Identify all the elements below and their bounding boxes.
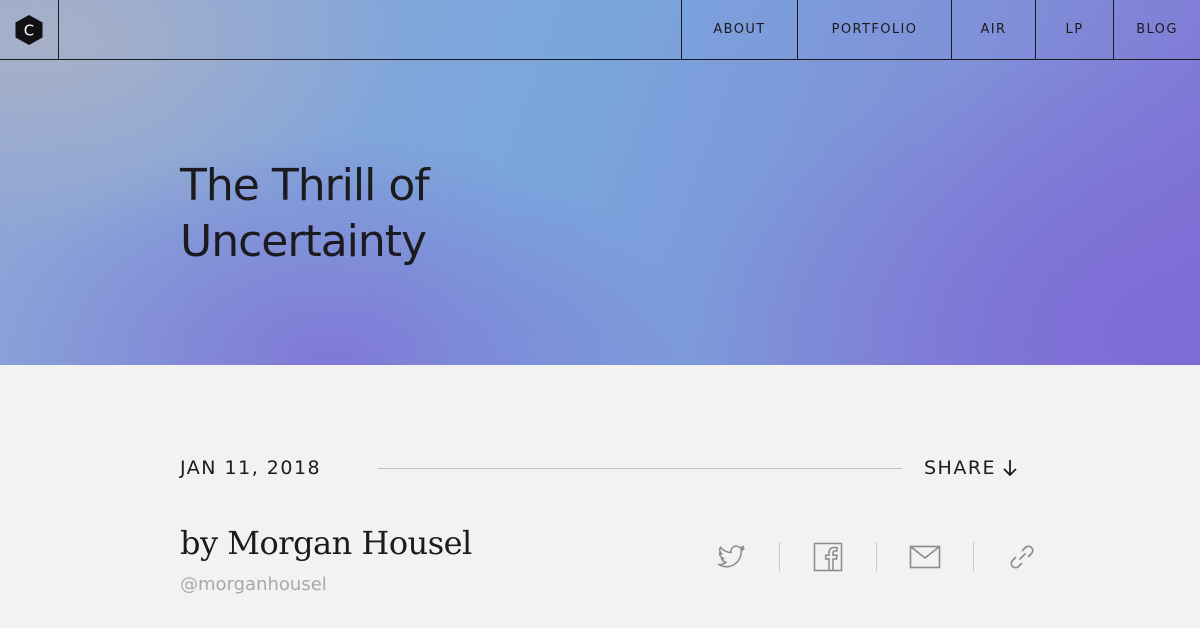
facebook-icon: [813, 542, 843, 572]
share-facebook-button[interactable]: [780, 536, 876, 578]
share-twitter-button[interactable]: [683, 536, 779, 578]
logo-letter: C: [24, 21, 34, 39]
hero-banner: C ABOUT PORTFOLIO AIR LP BLOG The Thrill…: [0, 0, 1200, 365]
link-icon: [1010, 545, 1034, 569]
divider-line: [378, 468, 902, 469]
page-title-line-1: The Thrill of: [180, 160, 430, 211]
logo-hexagon-icon: C: [15, 14, 43, 45]
share-label: SHARE: [924, 457, 997, 479]
share-button[interactable]: SHARE: [924, 457, 1018, 479]
page-title-line-2: Uncertainty: [180, 216, 427, 267]
twitter-icon: [717, 545, 745, 568]
publish-date: JAN 11, 2018: [180, 457, 322, 479]
nav-item-lp[interactable]: LP: [1035, 0, 1113, 59]
copy-link-button[interactable]: [974, 536, 1070, 578]
logo-link[interactable]: C: [0, 0, 59, 59]
nav-item-blog[interactable]: BLOG: [1113, 0, 1200, 59]
share-email-button[interactable]: [877, 536, 973, 578]
arrow-down-icon: [1003, 460, 1017, 477]
author-byline: by Morgan Housel: [180, 524, 472, 562]
top-navigation-bar: C ABOUT PORTFOLIO AIR LP BLOG: [0, 0, 1200, 60]
nav-item-air[interactable]: AIR: [951, 0, 1035, 59]
nav-item-portfolio[interactable]: PORTFOLIO: [797, 0, 951, 59]
page-title: The Thrill of Uncertainty: [180, 158, 780, 270]
nav-item-about[interactable]: ABOUT: [681, 0, 797, 59]
author-handle-link[interactable]: @morganhousel: [180, 574, 327, 595]
main-nav: ABOUT PORTFOLIO AIR LP BLOG: [681, 0, 1200, 59]
share-icons-row: [683, 536, 1070, 578]
email-icon: [909, 545, 941, 569]
